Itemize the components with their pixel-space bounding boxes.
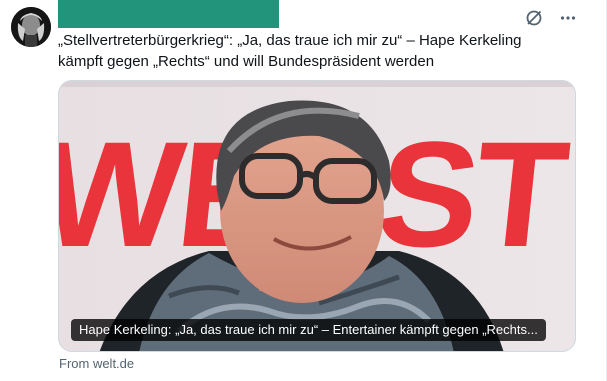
card-source[interactable]: From welt.de (59, 356, 134, 371)
card-caption: Hape Kerkeling: „Ja, das traue ich mir z… (71, 319, 546, 341)
avatar[interactable] (11, 7, 51, 47)
tweet-text-line-2: kämpft gegen „Rechts“ und will Bundesprä… (58, 53, 435, 70)
avatar-image (11, 7, 51, 47)
tweet[interactable]: „Stellvertreterbürgerkrieg“: „Ja, das tr… (0, 0, 607, 381)
tweet-header-actions (524, 8, 578, 28)
grok-icon[interactable] (524, 8, 544, 28)
card-image: WERST (59, 81, 575, 351)
tweet-text-line-1: „Stellvertreterbürgerkrieg“: „Ja, das tr… (58, 32, 522, 49)
tweet-text: „Stellvertreterbürgerkrieg“: „Ja, das tr… (58, 30, 583, 72)
link-card[interactable]: WERST Hape Kerkeling: „Ja, das (58, 80, 576, 352)
more-icon[interactable] (558, 8, 578, 28)
author-name-redaction (58, 0, 279, 28)
